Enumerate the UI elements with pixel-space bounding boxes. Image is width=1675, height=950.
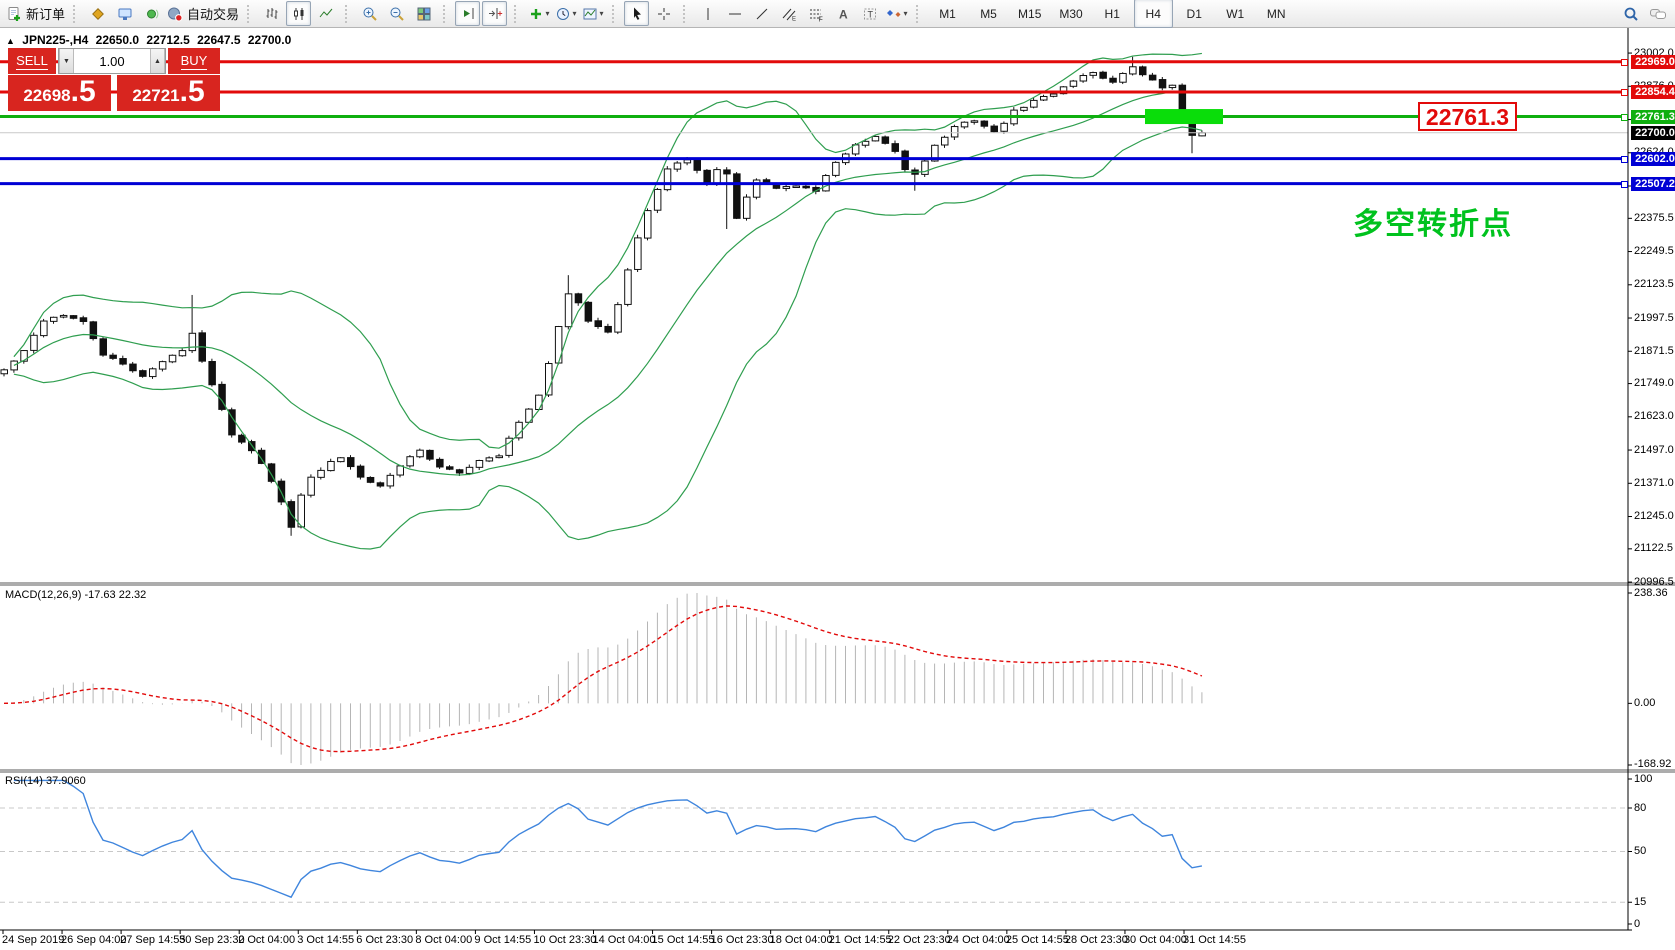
buy-button[interactable]: BUY (168, 48, 220, 74)
one-click-trading-panel: SELL ▼ 1.00 ▲ BUY 22698.5 22721.5 (8, 48, 220, 111)
price-annotation-box[interactable]: 22761.3 (1418, 102, 1517, 131)
buy-price-display[interactable]: 22721.5 (117, 75, 220, 111)
volume-decrease-button[interactable]: ▼ (59, 49, 74, 73)
candles-layer (1, 53, 1205, 549)
price-chart[interactable] (0, 0, 1675, 950)
rsi-caption: RSI(14) 37.9060 (5, 775, 86, 787)
collapse-panel-icon[interactable]: ▲ (6, 36, 15, 46)
bollinger-band-line (14, 91, 1202, 475)
volume-increase-button[interactable]: ▲ (150, 49, 165, 73)
macd-signal-line (4, 606, 1202, 752)
turning-point-label[interactable]: 多空转折点 (1353, 199, 1513, 243)
macd-caption: MACD(12,26,9) -17.63 22.32 (5, 589, 146, 601)
mt4-window: 新订单 自动交易 ▾ ▾ ▾ E F A T ▾ (0, 0, 1675, 950)
rsi-line (14, 780, 1202, 897)
low-value: 22647.5 (197, 33, 240, 47)
volume-stepper: ▼ 1.00 ▲ (58, 48, 166, 74)
highlight-rectangle-object (1145, 109, 1223, 124)
sell-button[interactable]: SELL (8, 48, 56, 74)
ohlc-readout: ▲ JPN225-,H4 22650.0 22712.5 22647.5 227… (6, 33, 295, 47)
volume-input[interactable]: 1.00 (74, 49, 150, 73)
open-value: 22650.0 (96, 33, 139, 47)
sell-price-display[interactable]: 22698.5 (8, 75, 111, 111)
bollinger-band-line (14, 53, 1202, 448)
close-value: 22700.0 (248, 33, 291, 47)
symbol-timeframe: JPN225-,H4 (22, 33, 88, 47)
high-value: 22712.5 (146, 33, 189, 47)
